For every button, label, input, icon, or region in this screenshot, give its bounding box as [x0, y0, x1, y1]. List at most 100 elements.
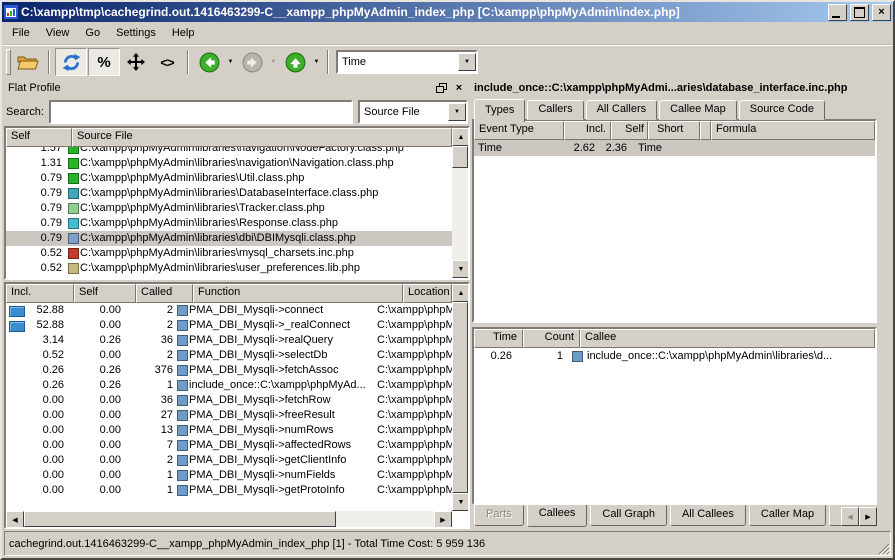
column-header-called[interactable]: Called	[136, 284, 193, 303]
tab-types[interactable]: Types	[474, 99, 525, 122]
source-file-row[interactable]: 0.79C:\xampp\phpMyAdmin\libraries\Util.c…	[6, 171, 452, 186]
column-header-count[interactable]: Count	[523, 329, 580, 348]
function-row[interactable]: 0.260.261include_once::C:\xampp\phpMyAd.…	[6, 378, 452, 393]
column-header-self[interactable]: Self	[6, 128, 72, 147]
self-value: 0.00	[69, 393, 126, 408]
menu-go[interactable]: Go	[77, 24, 108, 42]
source-file-row[interactable]: 0.52C:\xampp\phpMyAdmin\libraries\mysql_…	[6, 246, 452, 261]
function-table-vscrollbar[interactable]: ▲ ▼	[452, 284, 468, 511]
function-row[interactable]: 0.000.0027PMA_DBI_Mysqli->freeResultC:\x…	[6, 408, 452, 423]
function-row[interactable]: 0.000.001PMA_DBI_Mysqli->getProtoInfoC:\…	[6, 483, 452, 498]
up-button[interactable]	[280, 49, 310, 75]
column-header-short[interactable]: Short	[648, 121, 700, 140]
tab-caller-map[interactable]: Caller Map	[749, 505, 826, 526]
function-row[interactable]: 0.000.007PMA_DBI_Mysqli->affectedRowsC:\…	[6, 438, 452, 453]
tab-callee-map[interactable]: Callee Map	[659, 100, 737, 120]
scrollbar-track[interactable]	[336, 511, 434, 527]
function-row[interactable]: 0.000.002PMA_DBI_Mysqli->getClientInfoC:…	[6, 453, 452, 468]
column-header-function[interactable]: Function	[193, 284, 403, 303]
resize-grip[interactable]	[877, 542, 890, 555]
combobox-dropdown-button[interactable]: ▼	[448, 103, 466, 121]
toolbar-grip[interactable]	[6, 49, 11, 75]
up-dropdown-caret[interactable]: ▼	[311, 49, 322, 75]
percent-toggle-button[interactable]: %	[88, 48, 120, 76]
dock-layout-button[interactable]	[121, 49, 151, 75]
function-row[interactable]: 0.000.001PMA_DBI_Mysqli->numFieldsC:\xam…	[6, 468, 452, 483]
function-table-hscrollbar[interactable]: ◀ ▶	[6, 511, 452, 527]
scroll-up-icon[interactable]: ▲	[452, 128, 470, 146]
source-file-row[interactable]: 1.57C:\xampp\phpMyAdmin\libraries\naviga…	[6, 147, 452, 156]
tab-source-code[interactable]: Source Code	[739, 100, 825, 120]
source-file-row[interactable]: 0.79C:\xampp\phpMyAdmin\libraries\Tracke…	[6, 201, 452, 216]
column-header-self[interactable]: Self	[74, 284, 136, 303]
menu-view[interactable]: View	[38, 24, 78, 42]
source-file-row[interactable]: 0.79C:\xampp\phpMyAdmin\libraries\dbi\DB…	[6, 231, 452, 246]
column-header-formula[interactable]: Formula	[711, 121, 875, 140]
source-file-row[interactable]: 0.79C:\xampp\phpMyAdmin\libraries\Respon…	[6, 216, 452, 231]
column-header-source-file[interactable]: Source File	[72, 128, 452, 147]
callee-cell: include_once::C:\xampp\phpMyAdmin\librar…	[568, 348, 875, 364]
function-row[interactable]: 52.880.002PMA_DBI_Mysqli->_realConnectC:…	[6, 318, 452, 333]
back-dropdown-caret[interactable]: ▼	[225, 49, 236, 75]
title-bar[interactable]: C:\xampp\tmp\cachegrind.out.1416463299-C…	[2, 2, 893, 22]
tab-all-callees[interactable]: All Callees	[670, 505, 746, 526]
scroll-down-icon[interactable]: ▼	[452, 493, 470, 511]
event-type-combobox[interactable]: Time ▼	[336, 50, 478, 74]
scroll-left-icon[interactable]: ◀	[6, 511, 24, 529]
scroll-up-icon[interactable]: ▲	[452, 284, 470, 302]
tab-callees[interactable]: Callees	[527, 505, 588, 527]
function-icon	[177, 335, 188, 346]
column-header-location[interactable]: Location	[403, 284, 452, 303]
function-cell: PMA_DBI_Mysqli->realQuery	[177, 333, 377, 348]
collapse-panels-button[interactable]: <>	[152, 49, 182, 75]
scrollbar-thumb[interactable]	[452, 302, 468, 493]
group-by-combobox[interactable]: Source File ▼	[358, 100, 468, 124]
callee-row[interactable]: 0.261include_once::C:\xampp\phpMyAdmin\l…	[474, 348, 875, 364]
column-header-incl[interactable]: Incl.	[564, 121, 611, 140]
forward-button[interactable]	[237, 49, 267, 75]
tab-callers[interactable]: Callers	[527, 100, 583, 120]
self-value: 0.00	[69, 423, 126, 438]
source-file-row[interactable]: 0.52C:\xampp\phpMyAdmin\libraries\user_p…	[6, 261, 452, 276]
open-file-button[interactable]	[13, 49, 43, 75]
function-row[interactable]: 0.520.002PMA_DBI_Mysqli->selectDbC:\xamp…	[6, 348, 452, 363]
minimize-button[interactable]	[828, 4, 847, 21]
scroll-left-icon[interactable]: ◀	[841, 507, 859, 526]
scroll-right-icon[interactable]: ▶	[859, 507, 877, 526]
close-button[interactable]: ×	[872, 4, 891, 21]
event-types-table: Event Type Incl. Self Short Formula Time…	[472, 119, 877, 323]
combobox-dropdown-button[interactable]: ▼	[458, 53, 476, 71]
dock-close-button[interactable]: ×	[452, 81, 466, 95]
back-button[interactable]	[194, 49, 224, 75]
dock-title-bar[interactable]: Flat Profile ×	[4, 78, 470, 98]
menu-file[interactable]: File	[4, 24, 38, 42]
source-file-row[interactable]: 0.79C:\xampp\phpMyAdmin\libraries\Databa…	[6, 186, 452, 201]
dock-float-button[interactable]	[434, 81, 448, 95]
source-table-vscrollbar[interactable]: ▲ ▼	[452, 128, 468, 278]
function-row[interactable]: 0.000.0013PMA_DBI_Mysqli->numRowsC:\xamp…	[6, 423, 452, 438]
column-header-self[interactable]: Self	[611, 121, 648, 140]
menu-help[interactable]: Help	[164, 24, 203, 42]
source-file-row[interactable]: 1.31C:\xampp\phpMyAdmin\libraries\naviga…	[6, 156, 452, 171]
column-header-callee[interactable]: Callee	[580, 329, 875, 348]
menu-settings[interactable]: Settings	[108, 24, 164, 42]
column-header-event-type[interactable]: Event Type	[474, 121, 564, 140]
maximize-button[interactable]	[850, 4, 869, 21]
reload-button[interactable]	[55, 48, 87, 76]
function-row[interactable]: 0.000.0036PMA_DBI_Mysqli->fetchRowC:\xam…	[6, 393, 452, 408]
scroll-down-icon[interactable]: ▼	[452, 260, 470, 278]
tab-call-graph[interactable]: Call Graph	[590, 505, 667, 526]
function-row[interactable]: 0.260.26376PMA_DBI_Mysqli->fetchAssocC:\…	[6, 363, 452, 378]
function-icon	[177, 410, 188, 421]
function-row[interactable]: 3.140.2636PMA_DBI_Mysqli->realQueryC:\xa…	[6, 333, 452, 348]
scroll-right-icon[interactable]: ▶	[434, 511, 452, 529]
event-type-row[interactable]: Time2.622.36Time	[474, 140, 875, 156]
scrollbar-thumb[interactable]	[452, 146, 468, 168]
scrollbar-track[interactable]	[452, 168, 468, 260]
column-header-time[interactable]: Time	[474, 329, 523, 348]
column-header-incl[interactable]: Incl.	[6, 284, 74, 303]
search-input[interactable]	[49, 100, 353, 124]
function-row[interactable]: 52.880.002PMA_DBI_Mysqli->connectC:\xamp…	[6, 303, 452, 318]
scrollbar-thumb[interactable]	[24, 511, 336, 527]
tab-all-callers[interactable]: All Callers	[586, 100, 658, 120]
